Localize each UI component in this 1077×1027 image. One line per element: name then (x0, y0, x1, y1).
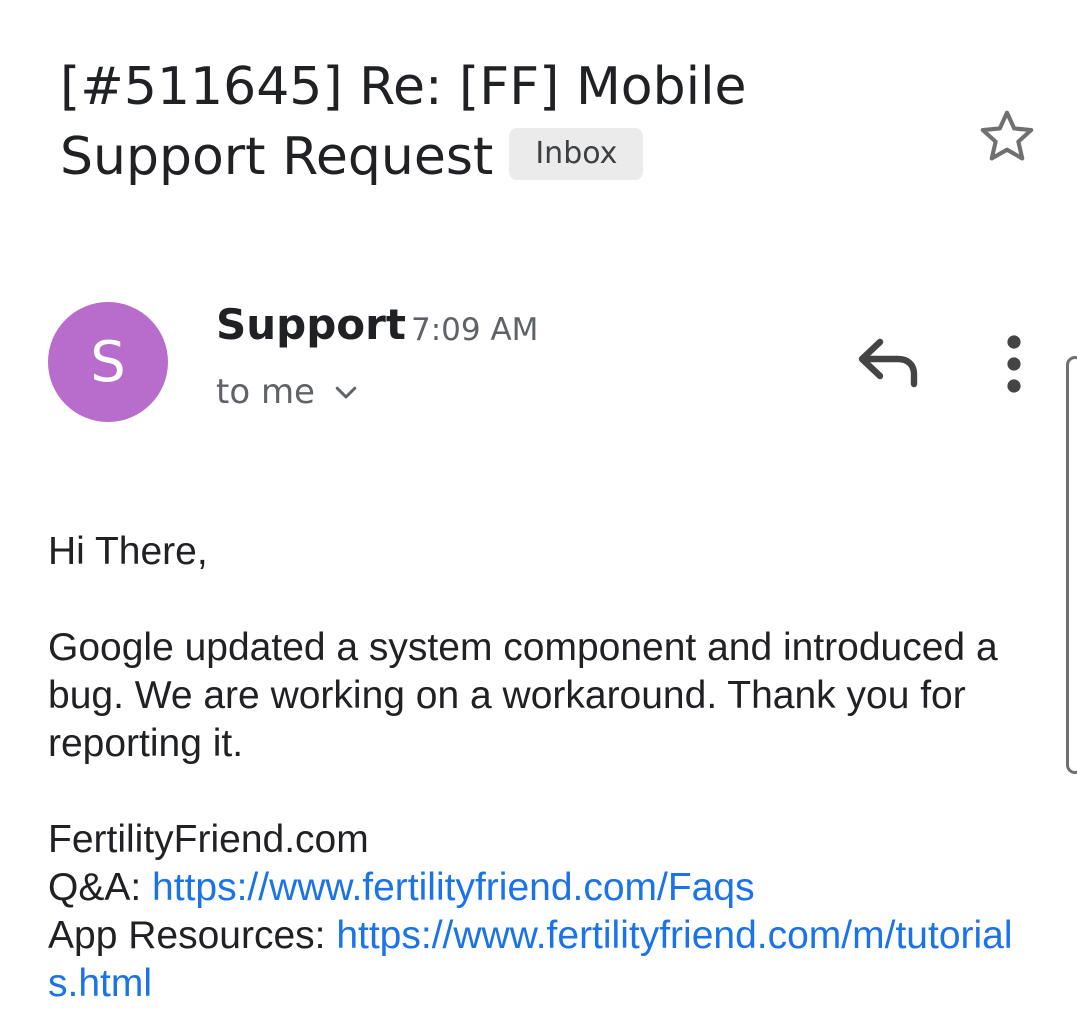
sender-avatar[interactable]: S (48, 302, 168, 422)
recipients-toggle[interactable]: to me (216, 372, 361, 412)
subject-line-1: [#511645] Re: [FF] Mobile (60, 57, 747, 117)
star-icon[interactable] (976, 106, 1038, 168)
inbox-label-chip[interactable]: Inbox (509, 128, 644, 180)
qa-line: Q&A: https://www.fertilityfriend.com/Faq… (48, 864, 1038, 912)
qa-label: Q&A: (48, 866, 153, 909)
chevron-down-icon (335, 386, 357, 399)
reply-icon[interactable] (856, 334, 924, 390)
sent-time: 7:09 AM (411, 312, 539, 348)
recipients-label: to me (216, 372, 315, 412)
more-vert-icon[interactable] (990, 332, 1038, 396)
resources-line: App Resources: https://www.fertilityfrie… (48, 912, 1038, 1008)
email-body: Hi There, Google updated a system compon… (48, 528, 1038, 1008)
subject-line-2: Support Request Inbox (60, 122, 940, 192)
faq-link[interactable]: https://www.fertilityfriend.com/Faqs (152, 866, 755, 909)
sender-name[interactable]: Support (216, 300, 406, 349)
message-paragraph: Google updated a system component and in… (48, 626, 998, 765)
resources-label: App Resources: (48, 914, 337, 957)
subject-text: Support Request (60, 127, 494, 187)
greeting: Hi There, (48, 530, 208, 573)
scrollbar-handle[interactable] (1066, 356, 1077, 774)
email-view: [#511645] Re: [FF] Mobile Support Reques… (0, 0, 1077, 1027)
email-subject: [#511645] Re: [FF] Mobile Support Reques… (60, 52, 940, 192)
signature-name: FertilityFriend.com (48, 818, 369, 861)
